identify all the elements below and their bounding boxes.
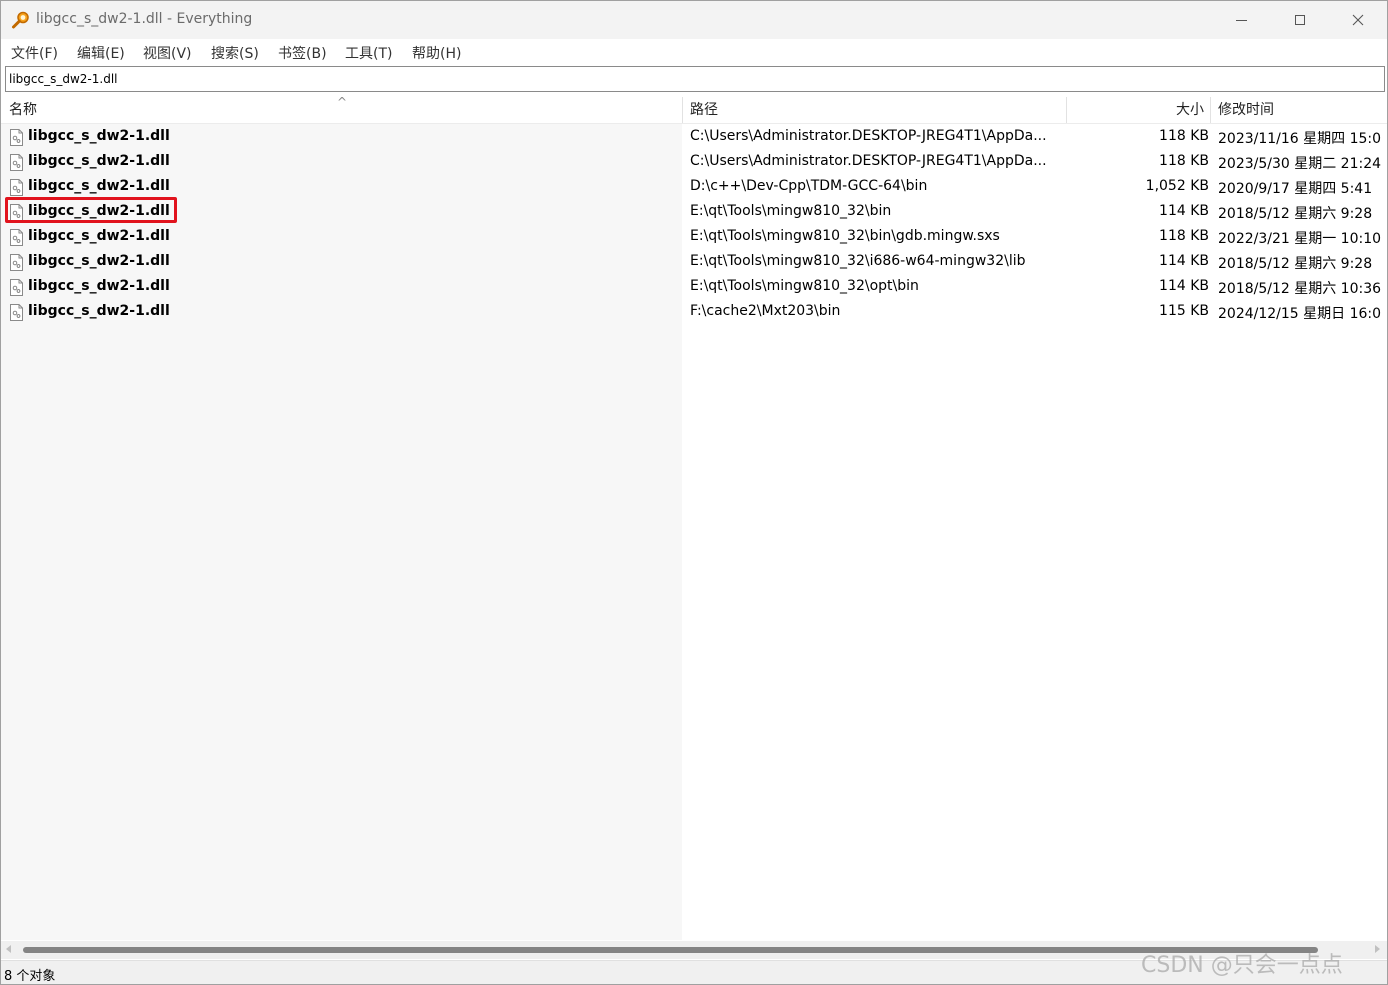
search-input[interactable] <box>5 66 1385 92</box>
file-path: C:\Users\Administrator.DESKTOP-JREG4T1\A… <box>690 128 1047 144</box>
result-row[interactable]: libgcc_s_dw2-1.dll E:\qt\Tools\mingw810_… <box>1 250 1387 275</box>
file-modified: 2018/5/12 星期六 9:28 <box>1218 256 1373 272</box>
result-row[interactable]: libgcc_s_dw2-1.dll F:\cache2\Mxt203\bin … <box>1 300 1387 325</box>
maximize-button[interactable] <box>1271 1 1329 39</box>
dll-file-icon <box>10 179 23 196</box>
scroll-left-icon[interactable] <box>6 945 11 953</box>
menu-bar: 文件(F) 编辑(E) 视图(V) 搜索(S) 书签(B) 工具(T) 帮助(H… <box>1 39 1387 64</box>
csdn-watermark: CSDN @只会一点点 <box>1141 953 1343 978</box>
file-name: libgcc_s_dw2-1.dll <box>28 153 170 169</box>
file-path: D:\c++\Dev-Cpp\TDM-GCC-64\bin <box>690 178 928 194</box>
file-modified: 2018/5/12 星期六 9:28 <box>1218 206 1373 222</box>
file-name: libgcc_s_dw2-1.dll <box>28 278 170 294</box>
file-modified: 2018/5/12 星期六 10:36 <box>1218 281 1382 297</box>
scrollbar-thumb[interactable] <box>23 947 1318 953</box>
file-path: F:\cache2\Mxt203\bin <box>690 303 841 319</box>
file-size: 118 KB <box>1159 228 1209 244</box>
file-size: 118 KB <box>1159 153 1209 169</box>
scroll-right-icon[interactable] <box>1375 945 1380 953</box>
magnifier-icon <box>12 11 29 29</box>
sort-ascending-icon: ^ <box>337 95 348 109</box>
dll-file-icon <box>10 129 23 146</box>
dll-file-icon <box>10 304 23 321</box>
minimize-button[interactable] <box>1212 1 1270 39</box>
result-row[interactable]: libgcc_s_dw2-1.dll E:\qt\Tools\mingw810_… <box>1 200 1387 225</box>
column-header-path[interactable]: 路径 <box>690 97 718 123</box>
close-button[interactable] <box>1329 1 1387 39</box>
dll-file-icon <box>10 154 23 171</box>
file-path: E:\qt\Tools\mingw810_32\i686-w64-mingw32… <box>690 253 1026 269</box>
file-modified: 2023/11/16 星期四 15:0 <box>1218 131 1382 147</box>
menu-help[interactable]: 帮助(H) <box>412 43 461 63</box>
column-header-modified[interactable]: 修改时间 <box>1218 97 1274 123</box>
object-count: 8 个对象 <box>4 969 56 984</box>
file-modified: 2020/9/17 星期四 5:41 <box>1218 181 1373 197</box>
menu-tools[interactable]: 工具(T) <box>345 43 392 63</box>
file-path: E:\qt\Tools\mingw810_32\opt\bin <box>690 278 919 294</box>
close-icon <box>1352 14 1364 26</box>
menu-bookmarks[interactable]: 书签(B) <box>278 43 327 63</box>
result-row[interactable]: libgcc_s_dw2-1.dll D:\c++\Dev-Cpp\TDM-GC… <box>1 175 1387 200</box>
dll-file-icon <box>10 229 23 246</box>
file-name: libgcc_s_dw2-1.dll <box>28 228 170 244</box>
column-header-size[interactable]: 大小 <box>1068 97 1204 123</box>
file-path: C:\Users\Administrator.DESKTOP-JREG4T1\A… <box>690 153 1047 169</box>
result-row[interactable]: libgcc_s_dw2-1.dll E:\qt\Tools\mingw810_… <box>1 275 1387 300</box>
maximize-icon <box>1295 15 1305 25</box>
column-header-name[interactable]: 名称 <box>9 97 37 123</box>
red-highlight-annotation <box>5 197 177 223</box>
column-divider[interactable] <box>682 97 683 123</box>
menu-search[interactable]: 搜索(S) <box>211 43 259 63</box>
column-divider[interactable] <box>1066 97 1067 123</box>
file-size: 114 KB <box>1159 203 1209 219</box>
everything-window: libgcc_s_dw2-1.dll - Everything 文件(F) 编辑… <box>0 0 1388 985</box>
file-size: 114 KB <box>1159 278 1209 294</box>
file-modified: 2023/5/30 星期二 21:24 <box>1218 156 1382 172</box>
menu-edit[interactable]: 编辑(E) <box>77 43 125 63</box>
menu-file[interactable]: 文件(F) <box>11 43 58 63</box>
file-modified: 2022/3/21 星期一 10:10 <box>1218 231 1382 247</box>
window-title: libgcc_s_dw2-1.dll - Everything <box>36 11 253 27</box>
minimize-icon <box>1235 19 1247 21</box>
column-header-row: 名称 ^ 路径 大小 修改时间 <box>1 95 1387 124</box>
file-size: 118 KB <box>1159 128 1209 144</box>
file-name: libgcc_s_dw2-1.dll <box>28 178 170 194</box>
title-bar[interactable]: libgcc_s_dw2-1.dll - Everything <box>1 1 1387 39</box>
result-row[interactable]: libgcc_s_dw2-1.dll C:\Users\Administrato… <box>1 150 1387 175</box>
file-path: E:\qt\Tools\mingw810_32\bin <box>690 203 892 219</box>
file-size: 115 KB <box>1159 303 1209 319</box>
result-row[interactable]: libgcc_s_dw2-1.dll E:\qt\Tools\mingw810_… <box>1 225 1387 250</box>
file-name: libgcc_s_dw2-1.dll <box>28 253 170 269</box>
result-row[interactable]: libgcc_s_dw2-1.dll C:\Users\Administrato… <box>1 125 1387 150</box>
file-path: E:\qt\Tools\mingw810_32\bin\gdb.mingw.sx… <box>690 228 1000 244</box>
column-divider[interactable] <box>1210 97 1211 123</box>
file-name: libgcc_s_dw2-1.dll <box>28 303 170 319</box>
file-size: 114 KB <box>1159 253 1209 269</box>
file-name: libgcc_s_dw2-1.dll <box>28 128 170 144</box>
file-size: 1,052 KB <box>1145 178 1209 194</box>
menu-view[interactable]: 视图(V) <box>143 43 192 63</box>
dll-file-icon <box>10 279 23 296</box>
file-modified: 2024/12/15 星期日 16:0 <box>1218 306 1382 322</box>
dll-file-icon <box>10 254 23 271</box>
